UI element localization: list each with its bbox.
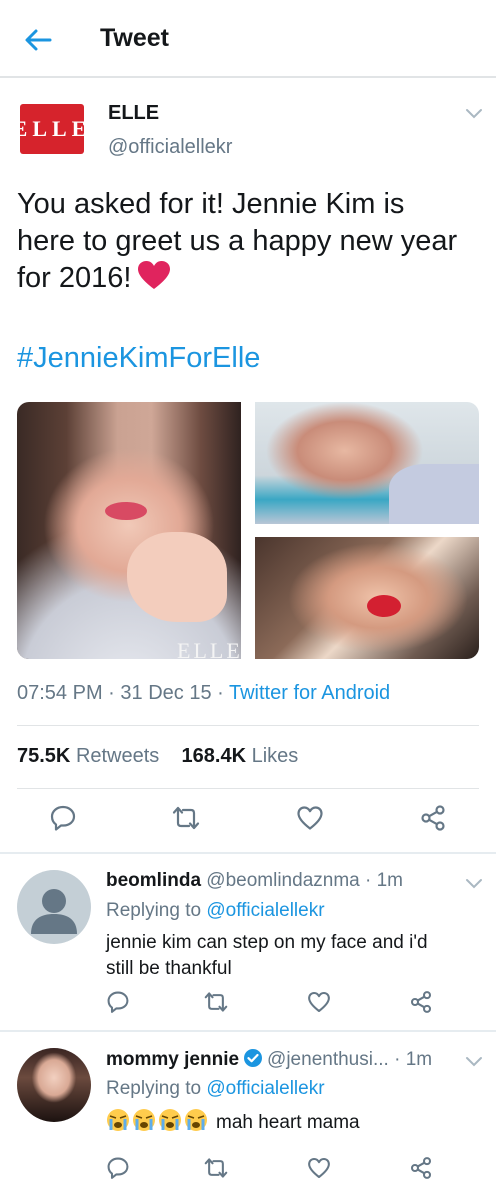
tweet-text-line: You asked for it! Jennie Kim is <box>17 188 405 220</box>
photo-watermark: ELLE <box>177 638 241 659</box>
reply-actions <box>0 990 496 1016</box>
chevron-down-icon[interactable] <box>465 878 483 890</box>
tweet-source-link[interactable]: Twitter for Android <box>229 682 390 704</box>
likes-stat[interactable]: 168.4K Likes <box>182 745 299 767</box>
reply-button[interactable] <box>49 804 77 832</box>
reply-time: 1m <box>405 1049 433 1070</box>
reply-author-name[interactable]: beomlinda <box>106 870 201 891</box>
like-button[interactable] <box>296 804 324 832</box>
heart-icon <box>297 806 323 830</box>
reply-button[interactable] <box>106 1156 130 1180</box>
replying-to: Replying to @officialellekr <box>106 900 325 922</box>
reply-icon <box>107 991 129 1013</box>
like-button[interactable] <box>307 990 331 1014</box>
heart-icon <box>308 1157 330 1179</box>
retweet-button[interactable] <box>204 990 228 1014</box>
likes-count: 168.4K <box>181 745 247 767</box>
author-name[interactable]: ELLE <box>108 102 159 125</box>
heart-icon <box>308 991 330 1013</box>
replying-to-link[interactable]: @officialellekr <box>206 1078 324 1099</box>
share-button[interactable] <box>419 804 447 832</box>
retweet-icon <box>204 992 228 1012</box>
avatar[interactable] <box>17 1048 91 1122</box>
divider <box>17 725 479 726</box>
photo-detail <box>389 464 479 524</box>
reply-text: mah heart mama <box>106 1108 466 1136</box>
chevron-down-icon[interactable] <box>465 1056 483 1068</box>
reply-icon <box>107 1157 129 1179</box>
page-title: Tweet <box>100 24 169 52</box>
reply-author-handle[interactable]: @jenenthusi... <box>267 1049 389 1070</box>
retweets-count: 75.5K <box>17 745 71 767</box>
retweets-label: Retweets <box>75 745 160 767</box>
hashtag-link[interactable]: #JennieKimForElle <box>17 342 260 375</box>
retweet-icon <box>204 1158 228 1178</box>
replying-to-label: Replying to <box>106 1078 202 1099</box>
likes-label: Likes <box>251 745 299 767</box>
reply-text-segment: mah heart mama <box>216 1112 360 1133</box>
tweet-text-segment: for 2016! <box>17 262 132 294</box>
like-button[interactable] <box>307 1156 331 1180</box>
photo-detail <box>367 595 401 617</box>
tweet-text: You asked for it! Jennie Kim is here to … <box>17 186 483 297</box>
share-icon <box>410 1157 432 1179</box>
replying-to-link[interactable]: @officialellekr <box>206 900 324 921</box>
share-icon <box>421 805 445 831</box>
default-profile-icon <box>31 889 77 934</box>
reply-icon <box>50 805 76 831</box>
reply-header: mommy jennie @jenenthusi... · 1m <box>106 1049 433 1070</box>
tweet-timestamp: 07:54 PM · 31 Dec 15 · Twitter for Andro… <box>17 682 391 704</box>
tweet-time: 07:54 PM <box>17 682 103 704</box>
photo-grid: ELLE <box>17 402 479 659</box>
replying-to: Replying to @officialellekr <box>106 1078 325 1100</box>
reply-time: 1m <box>376 870 404 891</box>
reply-tweet[interactable]: beomlinda @beomlindaznma · 1m Replying t… <box>0 854 496 1030</box>
reply-text: jennie kim can step on my face and i'd s… <box>106 930 466 982</box>
tweet-text-line: here to greet us a happy new year <box>17 225 458 257</box>
reply-author-handle[interactable]: @beomlindaznma <box>206 870 359 891</box>
crying-face-emoji-icon <box>107 1109 207 1131</box>
reply-header: beomlinda @beomlindaznma · 1m <box>106 870 404 891</box>
tweet-text-line: for 2016! <box>17 260 483 297</box>
retweet-button[interactable] <box>204 1156 228 1180</box>
author-handle[interactable]: @officialellekr <box>108 136 232 159</box>
tweet-actions <box>0 804 496 844</box>
photo-detail <box>127 532 227 622</box>
replying-to-label: Replying to <box>106 900 202 921</box>
avatar[interactable] <box>17 870 91 944</box>
divider <box>17 788 479 789</box>
reply-tweet[interactable]: mommy jennie @jenenthusi... · 1m Replying… <box>0 1032 496 1200</box>
retweets-stat[interactable]: 75.5K Retweets <box>17 745 159 767</box>
tweet-date: 31 Dec 15 <box>120 682 212 704</box>
tweet-photo[interactable] <box>255 537 479 659</box>
red-heart-emoji-icon <box>138 261 171 289</box>
reply-text-line: jennie kim can step on my face and i'd <box>106 932 428 953</box>
avatar[interactable]: ELLE <box>13 104 86 154</box>
reply-actions <box>0 1156 496 1182</box>
reply-author-name[interactable]: mommy jennie <box>106 1049 239 1070</box>
arrow-left-icon <box>25 29 52 51</box>
tweet-photo[interactable]: ELLE <box>17 402 241 659</box>
back-button[interactable] <box>20 22 56 58</box>
photo-detail <box>105 502 147 520</box>
tweet-stats: 75.5K Retweets 168.4K Likes <box>17 745 298 768</box>
verified-badge-icon <box>244 1049 263 1067</box>
share-button[interactable] <box>409 990 433 1014</box>
share-button[interactable] <box>409 1156 433 1180</box>
top-bar: Tweet <box>0 0 496 78</box>
reply-button[interactable] <box>106 990 130 1014</box>
share-icon <box>410 991 432 1013</box>
retweet-icon <box>172 806 200 830</box>
avatar-logo-text: ELLE <box>12 116 92 141</box>
reply-text-line: still be thankful <box>106 958 232 979</box>
chevron-down-icon[interactable] <box>465 108 483 120</box>
retweet-button[interactable] <box>172 804 200 832</box>
tweet-photo[interactable] <box>255 402 479 524</box>
